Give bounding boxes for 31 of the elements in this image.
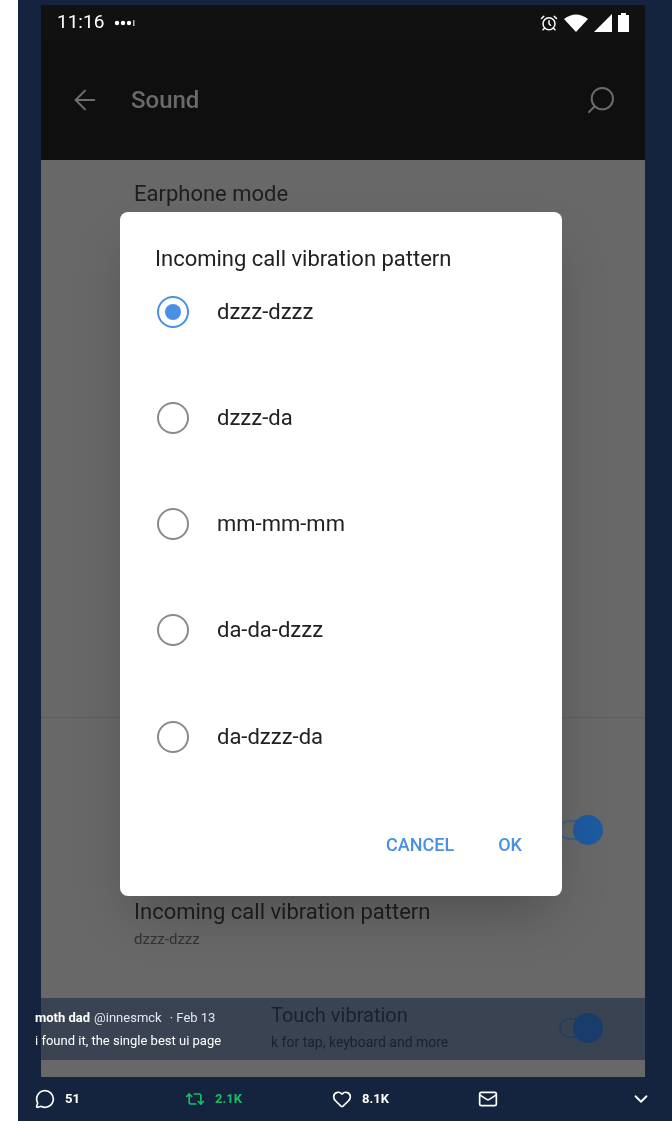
radio-button[interactable] xyxy=(157,401,189,434)
status-time: 11:16 xyxy=(57,9,105,36)
action-count: 51 xyxy=(65,1090,80,1109)
radio-button[interactable] xyxy=(157,295,189,328)
envelope-icon[interactable] xyxy=(478,1089,498,1109)
search-icon[interactable] xyxy=(585,84,617,116)
setting-title: Earphone mode xyxy=(134,180,290,208)
radio-option[interactable]: da-dzzz-da xyxy=(120,716,562,823)
setting-title: Incoming call vibration pattern xyxy=(134,898,432,926)
heart-icon[interactable] xyxy=(332,1089,352,1109)
tweet-date: · Feb 13 xyxy=(169,1008,216,1027)
radio-button[interactable] xyxy=(157,614,189,647)
radio-button[interactable] xyxy=(157,720,189,753)
radio-option[interactable]: mm-mm-mm xyxy=(120,504,562,611)
alarm-icon xyxy=(540,13,558,32)
radio-option[interactable]: dzzz-da xyxy=(120,397,562,505)
radio-option[interactable]: dzzz-dzzz xyxy=(120,291,562,398)
author-handle[interactable]: @innesmck xyxy=(94,1007,162,1027)
action-count: 8.1K xyxy=(362,1090,389,1109)
signal-icon xyxy=(594,13,612,32)
toolbar-title: Sound xyxy=(131,85,200,116)
tweet-text: i found it, the single best ui page xyxy=(35,1032,222,1050)
radio-option[interactable]: da-da-dzzz xyxy=(120,610,562,717)
notification-dots-icon xyxy=(114,18,137,27)
dialog-title: Incoming call vibration pattern xyxy=(154,245,453,273)
action-count: 2.1K xyxy=(215,1090,242,1109)
author-name[interactable]: moth dad xyxy=(35,1007,91,1027)
battery-icon xyxy=(618,13,629,32)
radio-button[interactable] xyxy=(157,508,189,541)
speech-bubble-icon[interactable] xyxy=(35,1089,55,1109)
wifi-icon xyxy=(564,13,588,32)
